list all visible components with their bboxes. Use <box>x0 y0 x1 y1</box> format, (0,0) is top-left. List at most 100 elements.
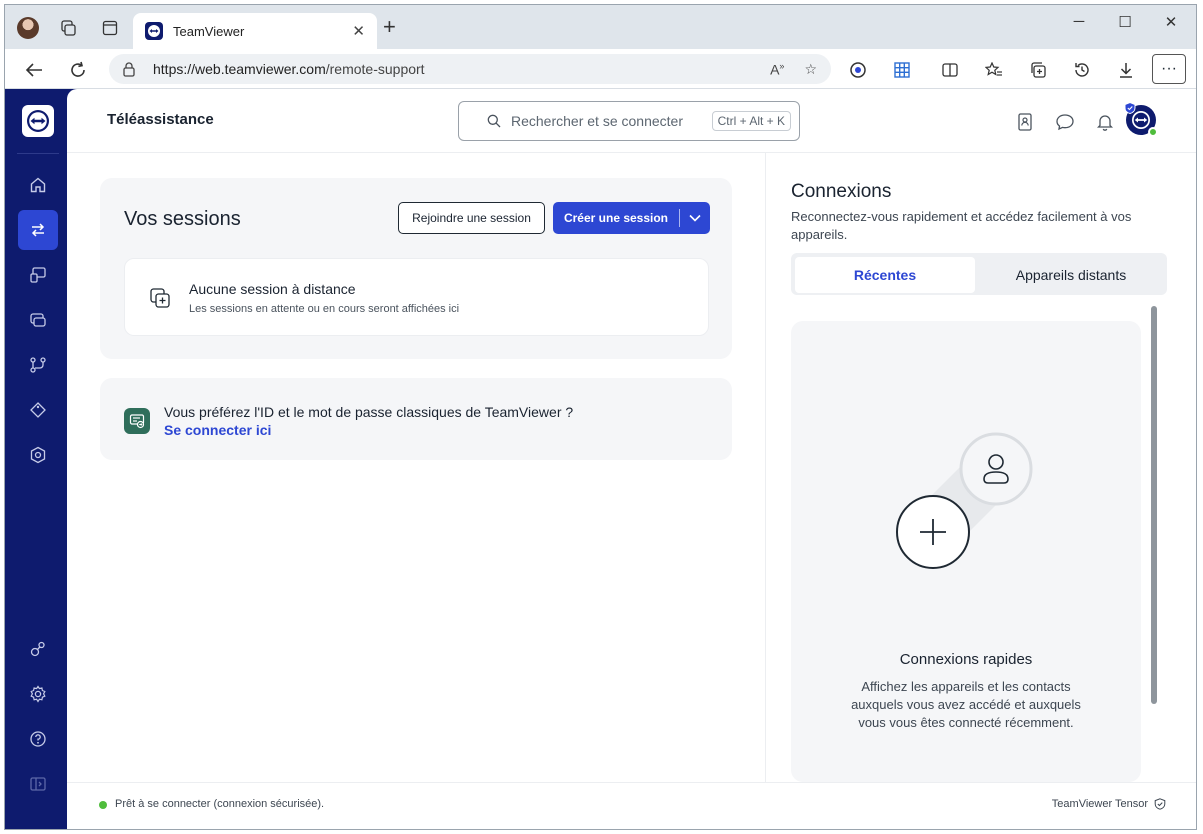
url-text: https://web.teamviewer.com/remote-suppor… <box>153 61 750 77</box>
maximize-button[interactable]: ☐ <box>1105 13 1145 31</box>
connections-tabs: Récentes Appareils distants <box>791 253 1167 295</box>
url-path: /remote-support <box>325 61 425 77</box>
workspaces-icon[interactable] <box>57 17 79 39</box>
quick-connections-title: Connexions rapides <box>899 651 1033 668</box>
integrations-icon <box>30 641 45 657</box>
url-domain: https://web.teamviewer.com <box>153 61 326 77</box>
sidebar-divider <box>17 153 59 154</box>
tensor-text: TeamViewer Tensor <box>1051 798 1148 810</box>
chevron-down-icon[interactable] <box>680 214 710 222</box>
sessions-card: Vos sessions Rejoindre une session Créer… <box>100 178 732 359</box>
close-window-button[interactable]: ✕ <box>1151 13 1191 31</box>
connections-subtitle: Reconnectez-vous rapidement et accédez f… <box>791 209 1132 242</box>
quick-connections-card: Connexions rapides Affichez les appareil… <box>791 321 1141 782</box>
shield-check-icon <box>1154 798 1166 810</box>
sidebar-item-security[interactable] <box>18 435 58 475</box>
classic-id-icon <box>124 408 150 434</box>
empty-sessions-card: Aucune session à distance Les sessions e… <box>124 258 709 336</box>
settings-icon <box>30 685 46 703</box>
status-bar: Prêt à se connecter (connexion sécurisée… <box>67 782 1196 829</box>
sidebar-item-settings[interactable] <box>18 674 58 714</box>
history-icon[interactable] <box>1069 57 1095 83</box>
search-input[interactable]: Rechercher et se connecter Ctrl + Alt + … <box>458 101 800 141</box>
sidebar-item-remote-support[interactable] <box>18 210 58 250</box>
create-session-button[interactable]: Créer une session <box>553 202 710 234</box>
collapse-icon <box>30 777 46 791</box>
sessions-icon <box>30 313 46 327</box>
profile-avatar[interactable] <box>17 17 39 39</box>
workflow-icon <box>30 357 46 373</box>
notifications-icon <box>1097 115 1113 131</box>
sidebar-item-devices[interactable] <box>18 255 58 295</box>
address-bar[interactable]: https://web.teamviewer.com/remote-suppor… <box>109 54 831 84</box>
connections-scrollbar[interactable] <box>1151 306 1157 704</box>
tag-icon <box>30 402 46 418</box>
contacts-icon <box>1018 113 1032 131</box>
home-icon <box>30 177 46 193</box>
minimize-button[interactable]: ─ <box>1059 13 1099 30</box>
sidebar-item-help[interactable] <box>18 719 58 759</box>
online-status-dot <box>1148 127 1158 137</box>
sessions-title: Vos sessions <box>124 208 241 230</box>
browser-window: TeamViewer ✕ + ─ ☐ ✕ https://web.teamvie… <box>4 4 1197 830</box>
connections-title: Connexions <box>791 181 892 202</box>
devices-icon <box>30 267 46 283</box>
security-icon <box>30 446 46 464</box>
sidebar <box>5 89 67 829</box>
more-menu-button[interactable]: ··· <box>1152 54 1186 84</box>
tab-close-icon[interactable]: ✕ <box>352 22 365 40</box>
tab-title: TeamViewer <box>173 23 245 39</box>
tensor-label: TeamViewer Tensor <box>1052 798 1166 810</box>
main-content: Téléassistance Rechercher et se connecte… <box>67 89 1196 829</box>
tab-remote-devices[interactable]: Appareils distants <box>979 257 1163 293</box>
extension-icon[interactable] <box>845 57 871 83</box>
search-placeholder: Rechercher et se connecter <box>511 113 683 129</box>
read-aloud-icon[interactable]: A» <box>770 61 784 78</box>
classic-connect-link[interactable]: Se connecter ici <box>164 422 271 438</box>
sidebar-item-tags[interactable] <box>18 390 58 430</box>
page-title: Téléassistance <box>107 111 214 128</box>
lock-icon <box>123 61 141 77</box>
browser-toolbar: https://web.teamviewer.com/remote-suppor… <box>5 49 1196 89</box>
remote-support-icon <box>31 223 45 237</box>
collections-icon[interactable] <box>1025 57 1051 83</box>
sidebar-collapse-button[interactable] <box>18 764 58 804</box>
quick-connections-text: Affichez les appareils et les contacts a… <box>851 679 1081 730</box>
connections-pane: Connexions Reconnectez-vous rapidement e… <box>765 153 1196 782</box>
add-session-icon <box>150 288 170 308</box>
apps-grid-icon[interactable] <box>889 57 915 83</box>
left-pane: Vos sessions Rejoindre une session Créer… <box>67 153 765 782</box>
classic-connect-text: Vous préférez l'ID et le mot de passe cl… <box>164 404 574 420</box>
tab-recent[interactable]: Récentes <box>795 257 975 293</box>
shield-badge-icon <box>1124 102 1136 114</box>
create-session-label: Créer une session <box>563 211 669 225</box>
help-icon <box>30 731 46 747</box>
search-shortcut: Ctrl + Alt + K <box>711 111 791 131</box>
teamviewer-logo[interactable] <box>22 105 54 137</box>
empty-sessions-subtitle: Les sessions en attente ou en cours sero… <box>189 303 460 315</box>
teamviewer-favicon <box>145 22 163 40</box>
sidebar-item-sessions[interactable] <box>18 300 58 340</box>
favorites-icon[interactable] <box>981 57 1007 83</box>
quick-connections-illustration <box>896 432 1033 569</box>
sidebar-item-workflows[interactable] <box>18 345 58 385</box>
notifications-button[interactable] <box>1094 111 1116 133</box>
join-session-button[interactable]: Rejoindre une session <box>398 202 545 234</box>
split-screen-icon[interactable] <box>937 57 963 83</box>
browser-tabbar: TeamViewer ✕ + ─ ☐ ✕ <box>5 5 1196 49</box>
empty-sessions-title: Aucune session à distance <box>189 281 356 297</box>
search-icon <box>487 114 501 128</box>
chat-button[interactable] <box>1054 111 1076 133</box>
downloads-icon[interactable] <box>1113 57 1139 83</box>
refresh-button[interactable] <box>65 57 91 83</box>
contacts-button[interactable] <box>1014 111 1036 133</box>
favorite-star-icon[interactable]: ☆ <box>804 61 817 78</box>
status-dot <box>99 801 107 809</box>
classic-connect-card: Vous préférez l'ID et le mot de passe cl… <box>100 378 732 460</box>
back-button[interactable] <box>21 57 47 83</box>
new-tab-button[interactable]: + <box>383 16 396 38</box>
tab-actions-icon[interactable] <box>99 17 121 39</box>
sidebar-item-home[interactable] <box>18 165 58 205</box>
sidebar-item-integrations[interactable] <box>18 629 58 669</box>
browser-tab-teamviewer[interactable]: TeamViewer ✕ <box>133 13 377 49</box>
